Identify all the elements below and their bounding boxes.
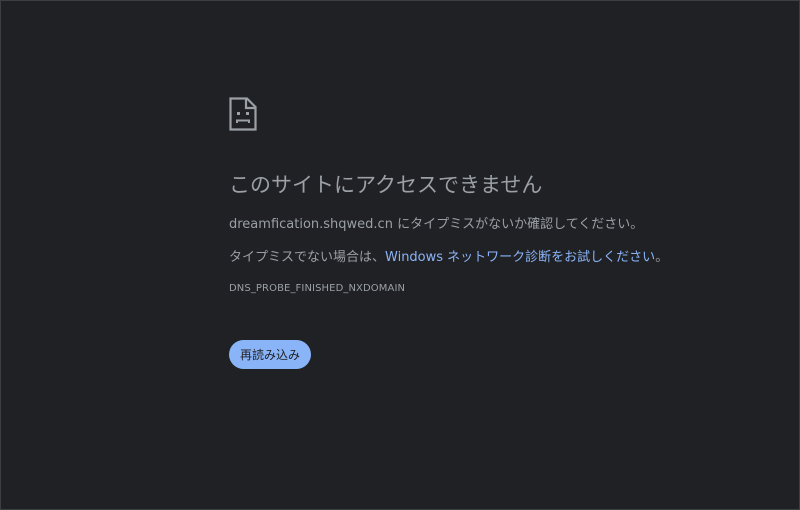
reload-button[interactable]: 再読み込み: [229, 340, 311, 369]
error-domain: dreamfication.shqwed.cn: [229, 217, 393, 232]
diagnostics-suffix: 。: [655, 250, 669, 265]
browser-page: このサイトにアクセスできません dreamfication.shqwed.cn …: [0, 0, 800, 510]
diagnostics-prefix: タイプミスでない場合は、: [229, 250, 386, 265]
error-content: このサイトにアクセスできません dreamfication.shqwed.cn …: [229, 97, 749, 369]
sad-page-icon: [229, 97, 257, 131]
network-diagnostics-link[interactable]: Windows ネットワーク診断をお試しください: [385, 250, 655, 265]
error-code: DNS_PROBE_FINISHED_NXDOMAIN: [229, 283, 406, 294]
typo-check-message: dreamfication.shqwed.cn にタイプミスがないか確認してくだ…: [229, 215, 749, 235]
typo-check-text: にタイプミスがないか確認してください。: [392, 217, 644, 232]
diagnostics-message: タイプミスでない場合は、Windows ネットワーク診断をお試しください。: [229, 248, 749, 268]
error-title: このサイトにアクセスできません: [229, 173, 543, 197]
